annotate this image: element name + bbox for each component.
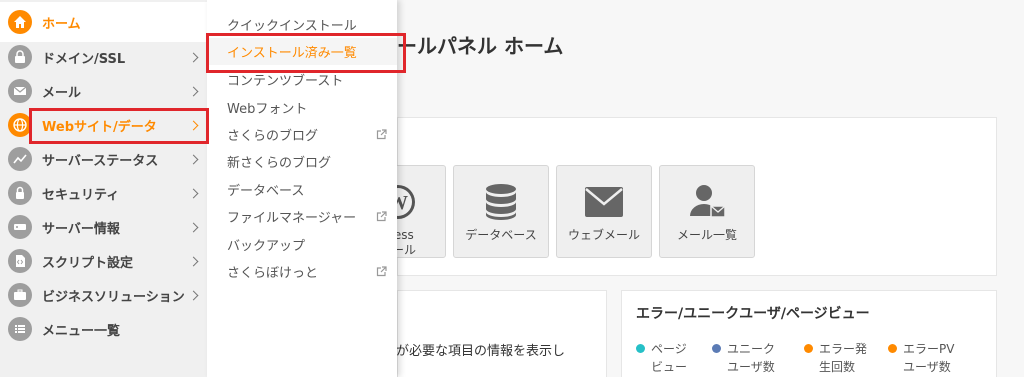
server-icon [8, 215, 32, 239]
tile-webmail[interactable]: ウェブメール [556, 165, 652, 258]
legend-item-unique-users: ユニーク ユーザ数 [712, 340, 775, 376]
sidebar-item-label: サーバー情報 [42, 221, 120, 237]
submenu-item-sakura-pocket[interactable]: さくらぼけっと [207, 258, 397, 285]
sidebar-item-label: Webサイト/データ [42, 119, 157, 135]
sidebar-item-domain[interactable]: ドメイン/SSL [0, 40, 207, 74]
submenu-item-backup[interactable]: バックアップ [207, 231, 397, 258]
sidebar-item-label: ビジネスソリューション [42, 289, 185, 305]
mail-icon [8, 79, 32, 103]
legend-item-error-count: エラー発 生回数 [804, 340, 867, 376]
tile-mail-list[interactable]: メール一覧 [659, 165, 755, 258]
sidebar-item-label: ドメイン/SSL [42, 51, 126, 67]
sidebar-item-server-status[interactable]: サーバーステータス [0, 142, 207, 176]
submenu-item-quick-install[interactable]: クイックインストール [207, 11, 397, 38]
sidebar-item-server-info[interactable]: サーバー情報 [0, 210, 207, 244]
legend-dot [712, 344, 721, 353]
script-icon [8, 249, 32, 273]
sidebar-item-home[interactable]: ホーム [0, 2, 207, 42]
sidebar-item-label: メニュー一覧 [42, 323, 121, 339]
sidebar-item-business-solution[interactable]: ビジネスソリューション [0, 278, 207, 312]
sidebar: ホーム ドメイン/SSL メール Webサイト/データ サーバーステータス セキ [0, 0, 207, 377]
sidebar-item-script-settings[interactable]: スクリプト設定 [0, 244, 207, 278]
external-link-icon [376, 211, 387, 222]
sidebar-item-security[interactable]: セキュリティ [0, 176, 207, 210]
submenu-item-webfont[interactable]: Webフォント [207, 94, 397, 121]
chart-icon [8, 147, 32, 171]
briefcase-icon [8, 283, 32, 307]
legend-dot [804, 344, 813, 353]
legend-dot [636, 344, 645, 353]
sidebar-item-label: メール [42, 85, 82, 101]
notice-panel: 意が必要な項目の情報を表示し [383, 290, 607, 377]
notice-text: 意が必要な項目の情報を表示し [383, 344, 566, 359]
sidebar-item-label: サーバーステータス [42, 153, 159, 169]
submenu-item-sakura-blog[interactable]: さくらのブログ [207, 121, 397, 148]
submenu-item-content-boost[interactable]: コンテンツブースト [207, 66, 397, 93]
legend-item-error-pv: エラーPV ユーザ数 [888, 340, 954, 376]
submenu-item-database[interactable]: データベース [207, 176, 397, 203]
sidebar-item-label: スクリプト設定 [42, 255, 134, 271]
website-data-submenu: クイックインストール インストール済み一覧 コンテンツブースト Webフォント … [207, 0, 397, 377]
chevron-right-icon [188, 154, 199, 164]
page-title: ールパネル ホーム [397, 34, 564, 58]
chevron-right-icon [188, 86, 199, 96]
chevron-right-icon [188, 256, 199, 266]
chevron-right-icon [188, 222, 199, 232]
sidebar-item-label: ホーム [42, 16, 81, 32]
sidebar-item-label: セキュリティ [42, 187, 120, 203]
submenu-item-new-sakura-blog[interactable]: 新さくらのブログ [207, 148, 397, 175]
legend-item-pageview: ページ ビュー [636, 340, 687, 376]
tile-database[interactable]: データベース [453, 165, 549, 258]
external-link-icon [376, 129, 387, 140]
sidebar-item-website-data[interactable]: Webサイト/データ [0, 108, 207, 142]
envelope-icon [584, 182, 624, 222]
globe-icon [8, 113, 32, 137]
sidebar-item-mail[interactable]: メール [0, 74, 207, 108]
domain-icon [8, 45, 32, 69]
sidebar-item-menu-list[interactable]: メニュー一覧 [0, 312, 207, 346]
submenu-item-installed-list[interactable]: インストール済み一覧 [207, 38, 397, 65]
home-icon [8, 10, 32, 34]
chevron-right-icon [188, 52, 199, 62]
lock-icon [8, 181, 32, 205]
stats-title: エラー/ユニークユーザ/ページビュー [636, 306, 870, 322]
chevron-right-icon [188, 120, 199, 130]
user-mail-icon [687, 182, 727, 222]
list-icon [8, 317, 32, 341]
database-icon [481, 182, 521, 222]
submenu-item-file-manager[interactable]: ファイルマネージャー [207, 203, 397, 230]
external-link-icon [376, 266, 387, 277]
legend-dot [888, 344, 897, 353]
chevron-right-icon [188, 290, 199, 300]
chevron-right-icon [188, 188, 199, 198]
